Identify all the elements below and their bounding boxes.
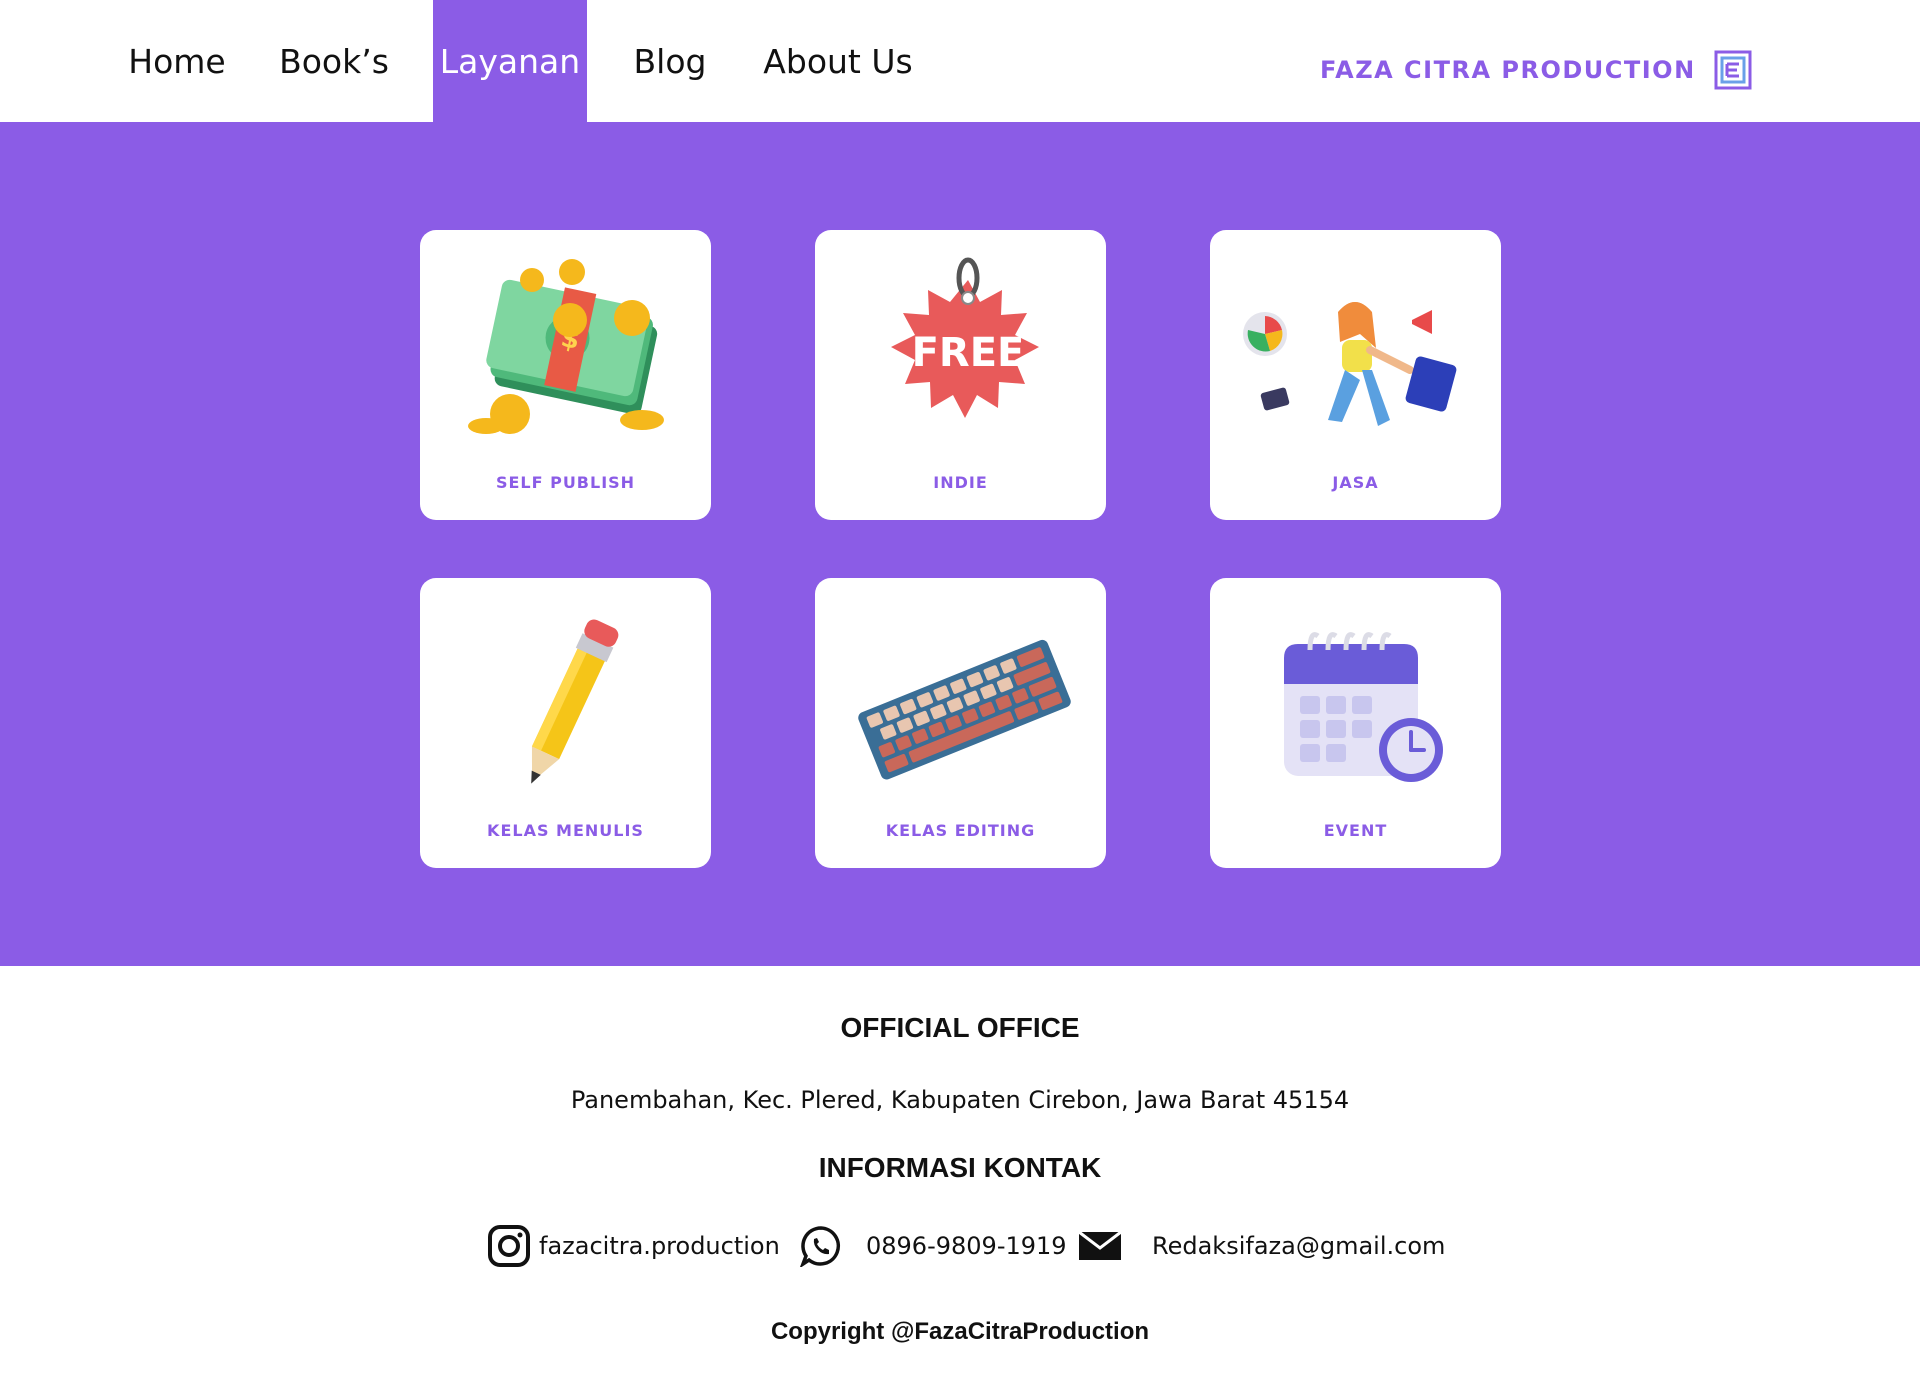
keyboard-icon [858,639,1071,780]
service-card-indie[interactable]: FREE INDIE [815,230,1106,520]
whatsapp-link[interactable]: 0896-9809-1919 [800,1224,1067,1268]
service-label: KELAS MENULIS [487,821,644,840]
brand-name: FAZA CITRA PRODUCTION [1320,56,1696,84]
office-address: Panembahan, Kec. Plered, Kabupaten Cireb… [570,1086,1350,1114]
faza-logo-icon [1714,50,1752,90]
pencil-icon [531,619,619,784]
instagram-link[interactable]: fazacitra.production [487,1224,780,1268]
office-title: OFFICIAL OFFICE [840,1012,1080,1043]
service-card-kelas-editing[interactable]: KELAS EDITING [815,578,1106,868]
mail-icon [1078,1230,1122,1260]
service-card-event[interactable]: EVENT [1210,578,1501,868]
email-address: Redaksifaza@gmail.com [1152,1232,1446,1260]
money-coins-icon: $ [468,259,664,434]
footer: OFFICIAL OFFICE Panembahan, Kec. Plered,… [0,966,1920,1385]
service-card-self-publish[interactable]: $ SELF PUBLISH [420,230,711,520]
brand[interactable]: FAZA CITRA PRODUCTION [1320,48,1752,92]
service-label: SELF PUBLISH [495,473,636,492]
service-card-kelas-menulis[interactable]: KELAS MENULIS [420,578,711,868]
instagram-icon [488,1225,530,1267]
whatsapp-icon [800,1226,841,1267]
services-section: $ SELF PUBLISH FREE INDIE JASA KELAS MEN… [0,122,1920,966]
nav-blog[interactable]: Blog [624,0,716,122]
service-label: JASA [1332,473,1379,492]
nav-about-us[interactable]: About Us [758,0,918,122]
nav-home[interactable]: Home [116,0,238,122]
nav-books[interactable]: Book’s [272,0,396,122]
calendar-clock-icon [1284,632,1443,782]
copyright: Copyright @FazaCitraProduction [770,1318,1150,1345]
nav-layanan[interactable]: Layanan [433,0,587,122]
svg-text:FREE: FREE [912,330,1025,376]
service-label: EVENT [1323,821,1388,840]
free-tag-icon: FREE [891,257,1039,418]
whatsapp-number: 0896-9809-1919 [866,1232,1067,1260]
service-card-jasa[interactable]: JASA [1210,230,1501,520]
service-label: KELAS EDITING [885,821,1036,840]
instagram-handle: fazacitra.production [539,1232,780,1260]
service-label: INDIE [933,473,988,492]
top-navbar: Home Book’s Layanan Blog About Us FAZA C… [0,0,1920,122]
email-link[interactable]: Redaksifaza@gmail.com [1078,1224,1445,1268]
business-woman-icon [1243,302,1457,426]
contact-title: INFORMASI KONTAK [818,1152,1102,1183]
